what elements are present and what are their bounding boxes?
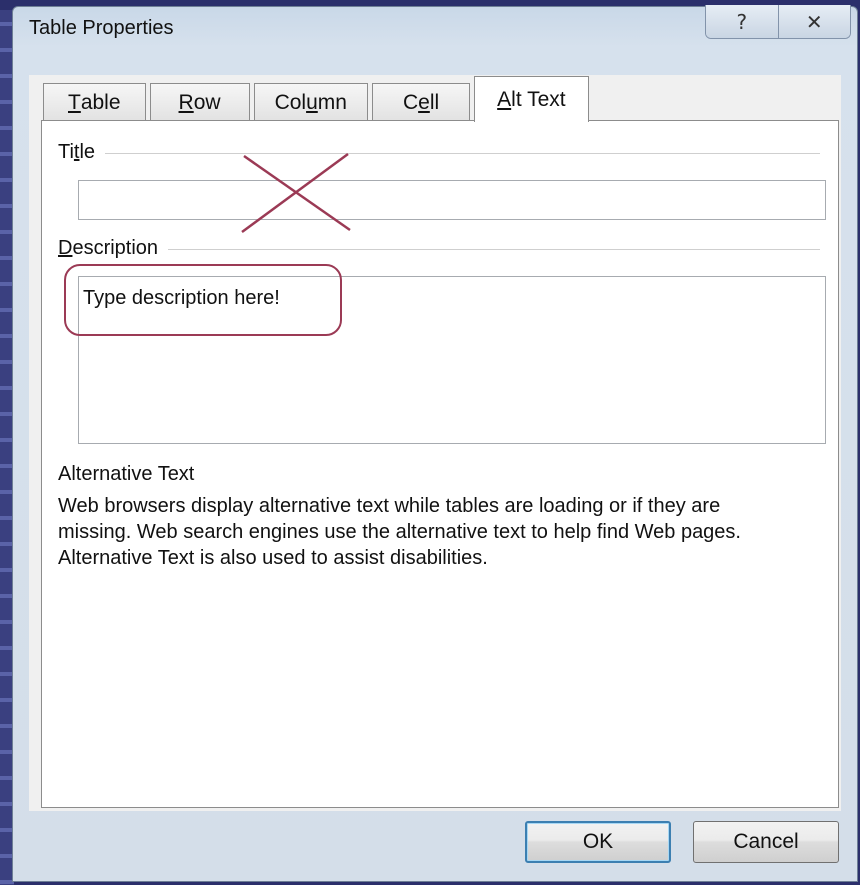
tab-row[interactable]: Row [149, 83, 250, 121]
tab-table-label-post: able [80, 90, 121, 114]
title-separator [102, 153, 820, 154]
description-separator [162, 249, 820, 250]
cross-out-mark [241, 152, 351, 234]
tab-panel-alt-text: Title Description Type description here!… [41, 120, 839, 808]
alt-text-heading: Alternative Text [58, 463, 195, 485]
tab-alt-text-label-accel: A [497, 87, 512, 111]
close-icon: ✕ [805, 9, 823, 34]
title-input[interactable] [78, 180, 826, 220]
title-label-post: le [79, 141, 96, 163]
highlight-circle [64, 264, 342, 336]
tab-cell-label-accel: e [418, 90, 430, 114]
cancel-button[interactable]: Cancel [693, 821, 839, 863]
tab-column-label-pre: Col [274, 90, 307, 114]
description-label-accel: D [58, 237, 73, 259]
tab-alt-text[interactable]: Alt Text [474, 76, 589, 122]
tab-table-label-accel: T [68, 90, 81, 114]
description-label-post: escription [72, 237, 159, 259]
ok-button[interactable]: OK [525, 821, 671, 863]
help-icon: ? [736, 9, 748, 34]
alt-text-line: Web browsers display alternative text wh… [58, 495, 721, 517]
alt-text-description: Web browsers display alternative text wh… [58, 493, 828, 571]
tab-strip: Table Row Col u mn Ce ll Alt Text [43, 73, 593, 122]
tab-column-label-post: mn [317, 90, 347, 114]
title-label: Title [58, 141, 106, 164]
tab-cell-label-pre: C [402, 90, 419, 114]
tab-row-label-accel: R [178, 90, 194, 114]
dialog-window: Table Properties ? ✕ Table Row Col u mn Ce… [12, 5, 858, 882]
alt-text-line: missing. Web search engines use the alte… [58, 521, 741, 543]
description-label: Description [58, 237, 169, 260]
dialog-title: Table Properties [29, 17, 174, 39]
tab-cell[interactable]: Ce ll [371, 83, 471, 121]
tab-table[interactable]: Table [43, 83, 146, 121]
alt-text-line: Alternative Text is also used to assist … [58, 547, 488, 569]
tab-cell-label-post: ll [429, 90, 440, 114]
window-controls: ? ✕ [705, 5, 851, 39]
tab-column-label-accel: u [306, 90, 318, 114]
title-label-pre: Ti [58, 141, 74, 163]
help-button[interactable]: ? [706, 5, 778, 38]
title-bar: Table Properties ? ✕ [13, 5, 857, 49]
tab-row-label-post: ow [193, 90, 221, 114]
tab-column[interactable]: Col u mn [253, 83, 368, 121]
tab-alt-text-label-post: lt Text [511, 87, 566, 111]
close-button[interactable]: ✕ [777, 5, 850, 38]
